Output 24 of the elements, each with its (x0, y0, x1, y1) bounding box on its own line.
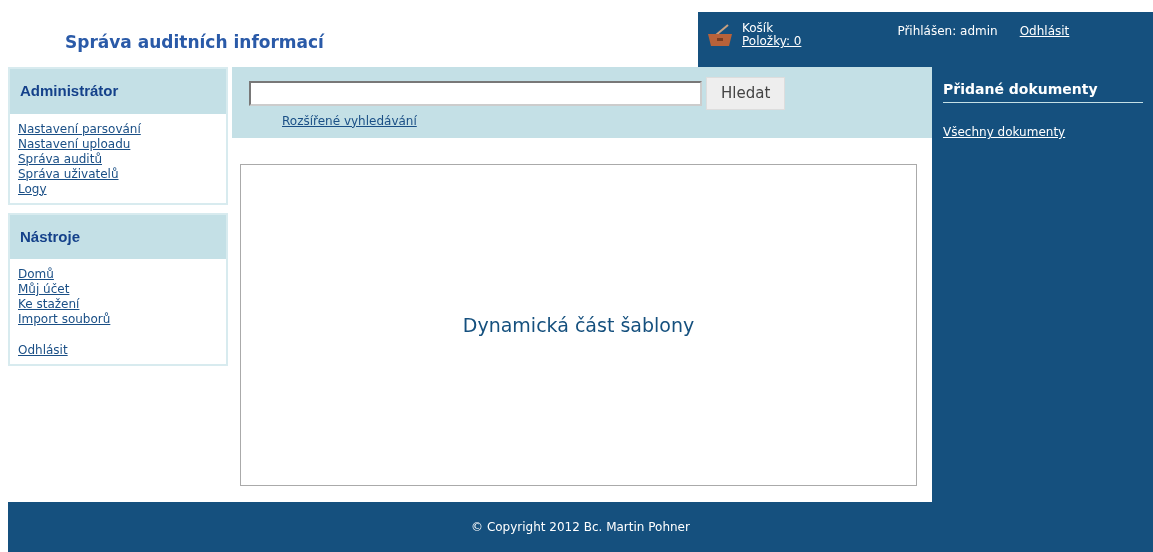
sidebar-link[interactable]: Nastavení uploadu (18, 136, 131, 152)
search-button[interactable]: Hledat (706, 77, 786, 110)
logged-in-user: Přihlášen: admin (897, 23, 998, 40)
content-text: Dynamická část šablony (462, 312, 695, 338)
advanced-search-link[interactable]: Rozšířené vyhledávání (282, 111, 417, 130)
sidebar-link[interactable]: Správa auditů (18, 151, 102, 167)
documents-link[interactable]: Všechny dokumenty (943, 123, 1143, 141)
sidebar-heading: Nástroje (10, 214, 226, 259)
logout-link[interactable]: Odhlásit (1019, 22, 1070, 40)
search-field[interactable] (249, 80, 702, 106)
copyright-text: © Copyright 2012 Bc. Martin Pohner (471, 519, 690, 536)
cart-items-link[interactable]: Položky: 0 (742, 34, 802, 49)
panel-title: Přidané dokumenty (943, 79, 1143, 103)
sidebar-link[interactable]: Nastavení parsování (18, 121, 141, 137)
sidebar-link[interactable]: Domů (18, 267, 54, 282)
sidebar-link[interactable]: Můj účet (18, 282, 70, 297)
sidebar-link[interactable]: Ke stažení (18, 297, 80, 312)
sidebar-heading: Administrátor (10, 69, 226, 114)
sidebar-link[interactable]: Logy (18, 181, 47, 197)
sidebar-link[interactable]: Import souborů (18, 312, 111, 327)
sidebar-link[interactable]: Odhlásit (18, 343, 68, 358)
cart-label: Košík (742, 22, 775, 35)
sidebar-link[interactable]: Správa uživatelů (18, 166, 119, 182)
site-title: Správa auditních informací (65, 32, 324, 52)
